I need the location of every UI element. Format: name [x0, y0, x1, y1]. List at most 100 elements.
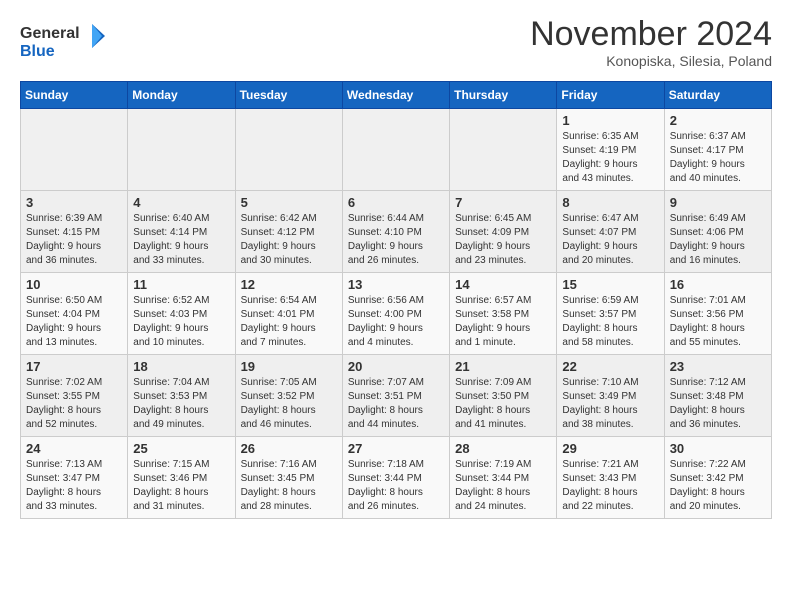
day-info: Sunrise: 7:04 AM Sunset: 3:53 PM Dayligh…: [133, 377, 209, 430]
day-number: 1: [562, 113, 658, 128]
day-info: Sunrise: 7:22 AM Sunset: 3:42 PM Dayligh…: [670, 459, 746, 512]
day-of-week-friday: Friday: [557, 82, 664, 109]
calendar-empty-day: [128, 109, 235, 191]
calendar-week-row: 1 Sunrise: 6:35 AM Sunset: 4:19 PM Daylig…: [21, 109, 772, 191]
day-of-week-sunday: Sunday: [21, 82, 128, 109]
calendar-day-25: 25Sunrise: 7:15 AM Sunset: 3:46 PM Dayli…: [128, 437, 235, 519]
calendar-day-7: 7 Sunrise: 6:45 AM Sunset: 4:09 PM Daylig…: [450, 191, 557, 273]
day-info: Sunrise: 7:05 AM Sunset: 3:52 PM Dayligh…: [241, 377, 317, 430]
day-info: Sunrise: 7:18 AM Sunset: 3:44 PM Dayligh…: [348, 459, 424, 512]
day-number: 28: [455, 441, 551, 456]
day-info: Sunrise: 6:40 AM Sunset: 4:14 PM Dayligh…: [133, 213, 209, 266]
day-info: Sunrise: 7:07 AM Sunset: 3:51 PM Dayligh…: [348, 377, 424, 430]
calendar-empty-day: [450, 109, 557, 191]
day-number: 3: [26, 195, 122, 210]
header: General Blue November 2024 Konopiska, Si…: [20, 16, 772, 71]
day-info: Sunrise: 6:50 AM Sunset: 4:04 PM Dayligh…: [26, 295, 102, 348]
calendar-day-5: 5Sunrise: 6:42 AM Sunset: 4:12 PM Daylig…: [235, 191, 342, 273]
day-info: Sunrise: 6:52 AM Sunset: 4:03 PM Dayligh…: [133, 295, 209, 348]
calendar-day-13: 13 Sunrise: 6:56 AM Sunset: 4:00 PM Dayli…: [342, 273, 449, 355]
calendar-day-30: 30 Sunrise: 7:22 AM Sunset: 3:42 PM Dayli…: [664, 437, 771, 519]
calendar-day-14: 14Sunrise: 6:57 AM Sunset: 3:58 PM Dayli…: [450, 273, 557, 355]
calendar-week-row: 10 Sunrise: 6:50 AM Sunset: 4:04 PM Dayli…: [21, 273, 772, 355]
page: General Blue November 2024 Konopiska, Si…: [0, 0, 792, 535]
day-number: 12: [241, 277, 337, 292]
day-info: Sunrise: 6:56 AM Sunset: 4:00 PM Dayligh…: [348, 295, 424, 348]
day-number: 20: [348, 359, 444, 374]
calendar-day-28: 28 Sunrise: 7:19 AM Sunset: 3:44 PM Dayli…: [450, 437, 557, 519]
logo-text: General Blue: [20, 16, 110, 71]
day-number: 4: [133, 195, 229, 210]
calendar-day-18: 18 Sunrise: 7:04 AM Sunset: 3:53 PM Dayli…: [128, 355, 235, 437]
calendar-day-26: 26 Sunrise: 7:16 AM Sunset: 3:45 PM Dayli…: [235, 437, 342, 519]
day-number: 11: [133, 277, 229, 292]
day-of-week-tuesday: Tuesday: [235, 82, 342, 109]
day-info: Sunrise: 6:35 AM Sunset: 4:19 PM Dayligh…: [562, 131, 638, 184]
calendar-day-11: 11 Sunrise: 6:52 AM Sunset: 4:03 PM Dayli…: [128, 273, 235, 355]
day-number: 26: [241, 441, 337, 456]
day-info: Sunrise: 7:12 AM Sunset: 3:48 PM Dayligh…: [670, 377, 746, 430]
day-info: Sunrise: 7:09 AM Sunset: 3:50 PM Dayligh…: [455, 377, 531, 430]
day-info: Sunrise: 6:45 AM Sunset: 4:09 PM Dayligh…: [455, 213, 531, 266]
day-info: Sunrise: 7:16 AM Sunset: 3:45 PM Dayligh…: [241, 459, 317, 512]
day-number: 13: [348, 277, 444, 292]
location-subtitle: Konopiska, Silesia, Poland: [530, 53, 772, 69]
day-number: 21: [455, 359, 551, 374]
day-number: 17: [26, 359, 122, 374]
calendar-day-15: 15Sunrise: 6:59 AM Sunset: 3:57 PM Dayli…: [557, 273, 664, 355]
day-info: Sunrise: 6:47 AM Sunset: 4:07 PM Dayligh…: [562, 213, 638, 266]
day-number: 18: [133, 359, 229, 374]
day-number: 19: [241, 359, 337, 374]
calendar-day-29: 29Sunrise: 7:21 AM Sunset: 3:43 PM Dayli…: [557, 437, 664, 519]
day-info: Sunrise: 6:42 AM Sunset: 4:12 PM Dayligh…: [241, 213, 317, 266]
calendar-day-6: 6 Sunrise: 6:44 AM Sunset: 4:10 PM Daylig…: [342, 191, 449, 273]
day-info: Sunrise: 6:49 AM Sunset: 4:06 PM Dayligh…: [670, 213, 746, 266]
day-of-week-wednesday: Wednesday: [342, 82, 449, 109]
day-of-week-thursday: Thursday: [450, 82, 557, 109]
calendar-day-12: 12 Sunrise: 6:54 AM Sunset: 4:01 PM Dayli…: [235, 273, 342, 355]
day-info: Sunrise: 6:39 AM Sunset: 4:15 PM Dayligh…: [26, 213, 102, 266]
calendar-day-10: 10 Sunrise: 6:50 AM Sunset: 4:04 PM Dayli…: [21, 273, 128, 355]
day-info: Sunrise: 7:02 AM Sunset: 3:55 PM Dayligh…: [26, 377, 102, 430]
day-number: 22: [562, 359, 658, 374]
day-number: 25: [133, 441, 229, 456]
calendar-week-row: 3 Sunrise: 6:39 AM Sunset: 4:15 PM Daylig…: [21, 191, 772, 273]
calendar-week-row: 24Sunrise: 7:13 AM Sunset: 3:47 PM Dayli…: [21, 437, 772, 519]
svg-text:Blue: Blue: [20, 43, 55, 60]
day-number: 23: [670, 359, 766, 374]
calendar-day-2: 2Sunrise: 6:37 AM Sunset: 4:17 PM Daylig…: [664, 109, 771, 191]
day-info: Sunrise: 6:44 AM Sunset: 4:10 PM Dayligh…: [348, 213, 424, 266]
calendar-day-9: 9Sunrise: 6:49 AM Sunset: 4:06 PM Daylig…: [664, 191, 771, 273]
calendar-day-23: 23 Sunrise: 7:12 AM Sunset: 3:48 PM Dayli…: [664, 355, 771, 437]
calendar-day-8: 8Sunrise: 6:47 AM Sunset: 4:07 PM Daylig…: [557, 191, 664, 273]
day-of-week-monday: Monday: [128, 82, 235, 109]
day-info: Sunrise: 7:21 AM Sunset: 3:43 PM Dayligh…: [562, 459, 638, 512]
day-number: 27: [348, 441, 444, 456]
calendar-empty-day: [342, 109, 449, 191]
day-number: 7: [455, 195, 551, 210]
day-number: 10: [26, 277, 122, 292]
logo: General Blue: [20, 16, 110, 71]
calendar-day-4: 4 Sunrise: 6:40 AM Sunset: 4:14 PM Daylig…: [128, 191, 235, 273]
svg-text:General: General: [20, 25, 80, 42]
day-info: Sunrise: 7:01 AM Sunset: 3:56 PM Dayligh…: [670, 295, 746, 348]
calendar-day-1: 1 Sunrise: 6:35 AM Sunset: 4:19 PM Daylig…: [557, 109, 664, 191]
day-info: Sunrise: 7:13 AM Sunset: 3:47 PM Dayligh…: [26, 459, 102, 512]
calendar-day-3: 3 Sunrise: 6:39 AM Sunset: 4:15 PM Daylig…: [21, 191, 128, 273]
day-number: 14: [455, 277, 551, 292]
calendar-day-24: 24Sunrise: 7:13 AM Sunset: 3:47 PM Dayli…: [21, 437, 128, 519]
day-number: 6: [348, 195, 444, 210]
calendar-day-21: 21 Sunrise: 7:09 AM Sunset: 3:50 PM Dayli…: [450, 355, 557, 437]
calendar-empty-day: [21, 109, 128, 191]
calendar-empty-day: [235, 109, 342, 191]
day-number: 15: [562, 277, 658, 292]
calendar-day-27: 27 Sunrise: 7:18 AM Sunset: 3:44 PM Dayli…: [342, 437, 449, 519]
day-number: 30: [670, 441, 766, 456]
calendar-day-20: 20 Sunrise: 7:07 AM Sunset: 3:51 PM Dayli…: [342, 355, 449, 437]
day-info: Sunrise: 6:54 AM Sunset: 4:01 PM Dayligh…: [241, 295, 317, 348]
day-info: Sunrise: 7:19 AM Sunset: 3:44 PM Dayligh…: [455, 459, 531, 512]
calendar-header-row: SundayMondayTuesdayWednesdayThursdayFrid…: [21, 82, 772, 109]
calendar-day-22: 22Sunrise: 7:10 AM Sunset: 3:49 PM Dayli…: [557, 355, 664, 437]
calendar-day-19: 19 Sunrise: 7:05 AM Sunset: 3:52 PM Dayli…: [235, 355, 342, 437]
day-info: Sunrise: 6:37 AM Sunset: 4:17 PM Dayligh…: [670, 131, 746, 184]
